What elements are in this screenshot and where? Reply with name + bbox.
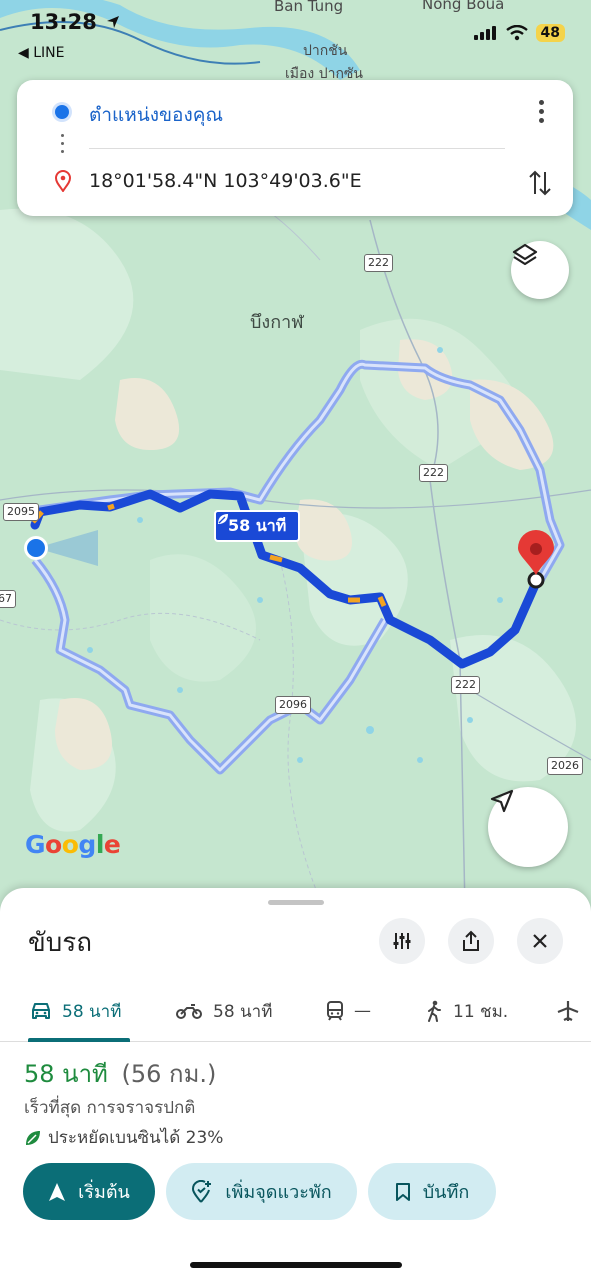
back-to-app-link[interactable]: ◀ LINE xyxy=(18,45,64,61)
google-logo: Google xyxy=(25,830,121,859)
car-icon xyxy=(32,1003,50,1019)
road-shield-222: 222 xyxy=(364,254,393,272)
travel-mode-tabs: 58 นาที 58 นาที — 11 ชม. xyxy=(0,980,591,1042)
origin-field[interactable]: ตำแหน่งของคุณ xyxy=(89,100,223,130)
directions-card: ตำแหน่งของคุณ 18°01'58.4"N 103°49'03.6"E xyxy=(17,80,573,216)
navigation-icon xyxy=(49,1182,66,1201)
tune-icon xyxy=(393,933,411,949)
tab-flight[interactable] xyxy=(556,980,580,1042)
tab-motorcycle-label: 58 นาที xyxy=(213,1001,273,1022)
status-bar: 13:28 ◀ LINE 48 xyxy=(0,0,591,70)
destination-field[interactable]: 18°01'58.4"N 103°49'03.6"E xyxy=(89,170,362,192)
more-options-button[interactable] xyxy=(539,100,547,127)
layers-button[interactable] xyxy=(511,241,569,299)
road-shield-2096: 2096 xyxy=(275,696,311,714)
bookmark-icon xyxy=(395,1182,410,1201)
route-duration-label: 58 นาที xyxy=(228,515,287,535)
origin-dot-icon xyxy=(55,105,69,119)
save-button-label: บันทึก xyxy=(422,1182,470,1203)
tab-walk[interactable]: 11 ชม. xyxy=(425,980,508,1042)
motorcycle-icon xyxy=(176,1004,202,1019)
active-tab-indicator xyxy=(28,1038,130,1042)
status-time: 13:28 xyxy=(30,10,120,34)
summary-eco-note: ประหยัดเบนซินได้ 23% xyxy=(24,1124,223,1151)
route-options-button[interactable] xyxy=(379,918,425,964)
summary-duration: 58 นาที xyxy=(24,1060,108,1088)
add-stop-button[interactable]: เพิ่มจุดแวะพัก xyxy=(166,1163,357,1220)
start-navigation-button[interactable]: เริ่มต้น xyxy=(23,1163,155,1220)
share-icon xyxy=(463,930,479,951)
road-shield-222: 222 xyxy=(451,676,480,694)
add-location-icon xyxy=(192,1179,212,1203)
close-icon xyxy=(533,934,547,948)
close-button[interactable] xyxy=(517,918,563,964)
navigation-arrow-icon xyxy=(490,789,514,813)
road-shield-2095: 2095 xyxy=(3,503,39,521)
location-arrow-icon xyxy=(107,16,120,28)
route-summary[interactable]: 58 นาที (56 กม.) xyxy=(24,1054,216,1093)
battery-indicator: 48 xyxy=(535,24,565,42)
eco-leaf-icon xyxy=(218,514,228,524)
swap-icon[interactable] xyxy=(527,168,553,198)
tab-transit[interactable]: — xyxy=(326,980,371,1042)
recenter-button[interactable] xyxy=(488,787,568,867)
place-label-bueng-kan: บึงกาฬ xyxy=(250,312,304,333)
tab-transit-label: — xyxy=(354,1001,371,1021)
share-button[interactable] xyxy=(448,918,494,964)
road-shield-67: 67 xyxy=(0,590,16,608)
home-indicator[interactable] xyxy=(190,1262,402,1268)
signal-icon xyxy=(473,26,496,40)
summary-eco-label: ประหยัดเบนซินได้ 23% xyxy=(48,1128,224,1148)
drag-handle[interactable] xyxy=(268,900,324,905)
road-shield-2026: 2026 xyxy=(547,757,583,775)
tab-motorcycle[interactable]: 58 นาที xyxy=(175,980,272,1042)
tab-walk-label: 11 ชม. xyxy=(453,1001,509,1022)
road-shield-222: 222 xyxy=(419,464,448,482)
layers-icon xyxy=(512,243,538,266)
destination-pin-icon xyxy=(54,170,72,192)
summary-distance: (56 กม.) xyxy=(121,1060,217,1088)
wifi-icon xyxy=(505,25,528,41)
status-indicators: 48 xyxy=(473,24,565,42)
summary-traffic-note: เร็วที่สุด การจราจรปกติ xyxy=(24,1098,196,1118)
tab-drive-label: 58 นาที xyxy=(62,1001,122,1022)
tab-drive[interactable]: 58 นาที xyxy=(30,980,121,1042)
eco-leaf-icon xyxy=(26,1130,40,1145)
sheet-title: ขับรถ xyxy=(28,928,92,958)
add-stop-label: เพิ่มจุดแวะพัก xyxy=(225,1182,332,1203)
route-duration-badge[interactable]: 58 นาที xyxy=(214,510,301,542)
walk-icon xyxy=(428,1000,441,1022)
start-button-label: เริ่มต้น xyxy=(78,1182,130,1203)
save-route-button[interactable]: บันทึก xyxy=(368,1163,496,1220)
directions-sheet: ขับรถ 58 นาที 58 นาที — 11 ชม. 58 นาที (… xyxy=(0,888,591,1280)
divider xyxy=(89,148,505,149)
transit-icon xyxy=(327,1001,343,1021)
route-dots-icon xyxy=(61,134,64,158)
flight-icon xyxy=(557,1001,579,1021)
